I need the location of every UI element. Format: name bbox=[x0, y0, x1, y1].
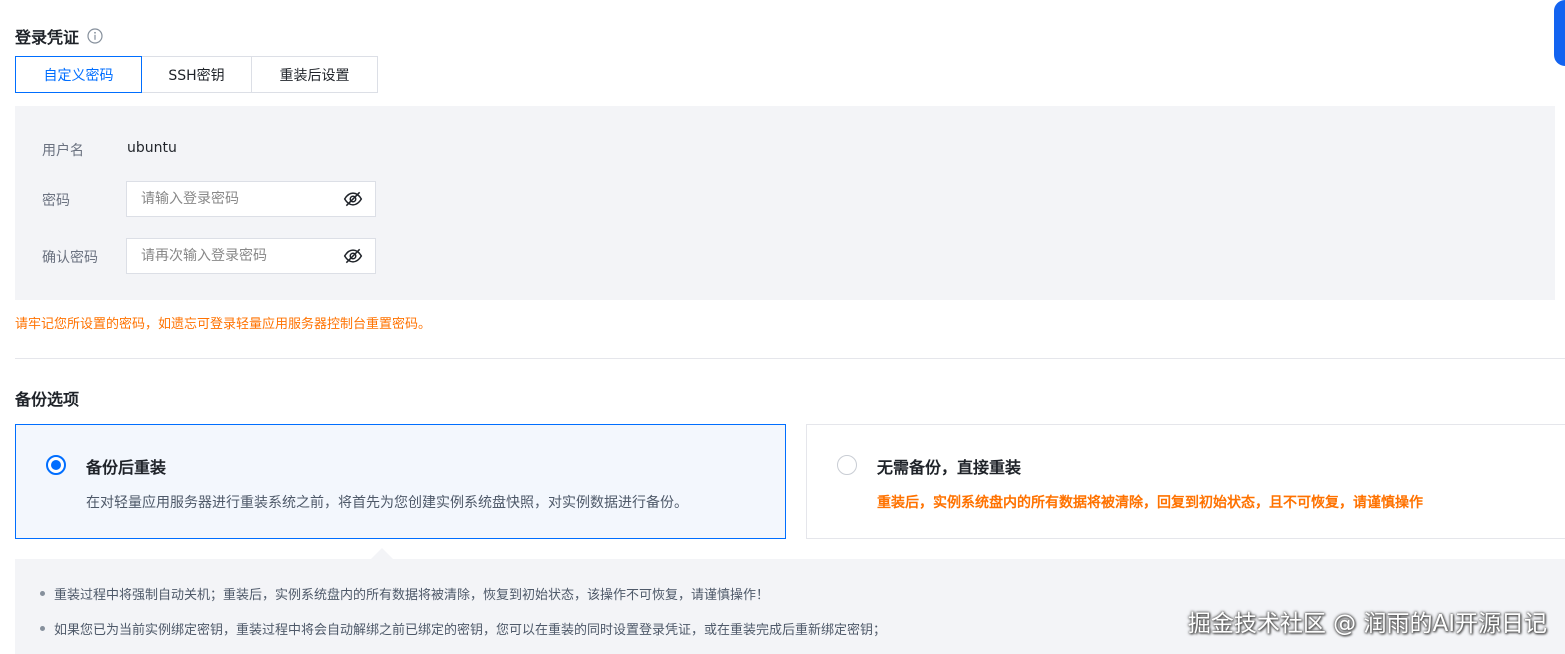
note-text: 重装过程中将强制自动关机；重装后，实例系统盘内的所有数据将被清除，恢复到初始状态… bbox=[54, 588, 770, 603]
username-value: ubuntu bbox=[127, 140, 177, 156]
tab-ssh-key[interactable]: SSH密钥 bbox=[141, 56, 252, 93]
watermark: 掘金技术社区 @ 润雨的AI开源日记 bbox=[1187, 611, 1547, 637]
password-input[interactable] bbox=[139, 190, 343, 208]
username-label: 用户名 bbox=[42, 143, 84, 159]
list-item: 重装过程中将强制自动关机；重装后，实例系统盘内的所有数据将被清除，恢复到初始状态… bbox=[40, 584, 769, 603]
credentials-title-text: 登录凭证 bbox=[15, 28, 80, 47]
confirm-password-label: 确认密码 bbox=[42, 250, 98, 266]
credential-tabs: 自定义密码 SSH密钥 重装后设置 bbox=[15, 56, 378, 93]
option-title: 无需备份，直接重装 bbox=[877, 458, 1022, 477]
backup-option-no-backup[interactable]: 无需备份，直接重装 重装后，实例系统盘内的所有数据将被清除，回复到初始状态，且不… bbox=[806, 424, 1565, 539]
password-field-wrapper bbox=[126, 181, 376, 217]
bullet-icon bbox=[40, 591, 45, 596]
password-warning: 请牢记您所设置的密码，如遗忘可登录轻量应用服务器控制台重置密码。 bbox=[15, 317, 432, 332]
backup-option-backup-then-reinstall[interactable]: 备份后重装 在对轻量应用服务器进行重装系统之前，将首先为您创建实例系统盘快照，对… bbox=[15, 424, 786, 539]
backup-section-title: 备份选项 bbox=[15, 390, 80, 409]
option-warning-description: 重装后，实例系统盘内的所有数据将被清除，回复到初始状态，且不可恢复，请谨慎操作 bbox=[877, 495, 1423, 511]
credentials-section-title: 登录凭证 bbox=[15, 24, 103, 48]
radio-selected[interactable] bbox=[46, 455, 66, 475]
confirm-password-input[interactable] bbox=[139, 247, 343, 265]
radio-unselected[interactable] bbox=[837, 455, 857, 475]
section-divider bbox=[15, 358, 1565, 359]
option-title: 备份后重装 bbox=[86, 458, 167, 477]
tab-custom-password[interactable]: 自定义密码 bbox=[15, 56, 142, 93]
tab-post-reinstall-settings[interactable]: 重装后设置 bbox=[251, 56, 378, 93]
info-icon[interactable] bbox=[87, 28, 103, 44]
note-text: 如果您已为当前实例绑定密钥，重装过程中将会自动解绑之前已绑定的密钥，您可以在重装… bbox=[54, 623, 887, 638]
notes-pointer-arrow bbox=[371, 548, 393, 559]
password-label: 密码 bbox=[42, 193, 70, 209]
bullet-icon bbox=[40, 626, 45, 631]
eye-off-icon[interactable] bbox=[343, 189, 363, 209]
side-floating-button[interactable] bbox=[1554, 0, 1565, 66]
option-description: 在对轻量应用服务器进行重装系统之前，将首先为您创建实例系统盘快照，对实例数据进行… bbox=[86, 495, 688, 511]
credentials-panel: 用户名 ubuntu 密码 确认密码 bbox=[15, 106, 1555, 300]
confirm-password-field-wrapper bbox=[126, 238, 376, 274]
eye-off-icon[interactable] bbox=[343, 246, 363, 266]
list-item: 如果您已为当前实例绑定密钥，重装过程中将会自动解绑之前已绑定的密钥，您可以在重装… bbox=[40, 619, 886, 638]
